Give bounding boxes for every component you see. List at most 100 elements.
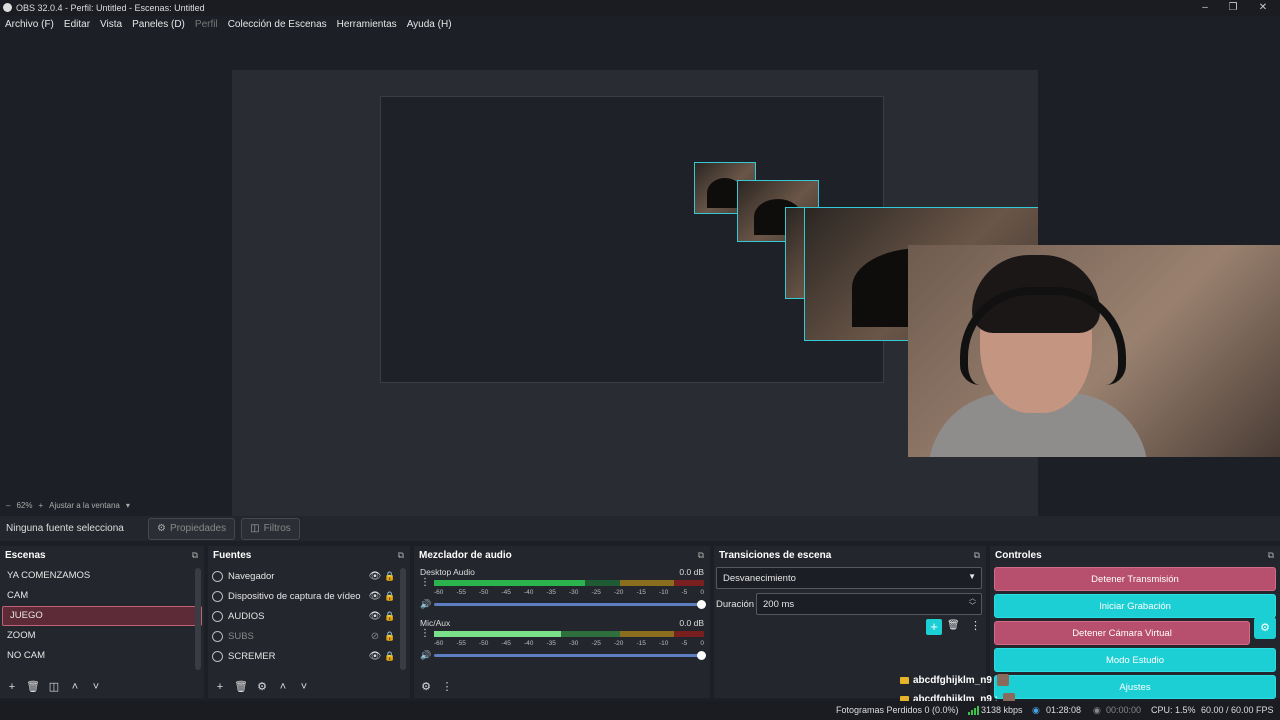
add-transition-button[interactable]: + <box>926 619 942 635</box>
transitions-title: Transiciones de escena <box>719 549 832 561</box>
trash-icon[interactable]: 🗑 <box>24 678 42 696</box>
eye-icon[interactable]: 👁 <box>368 611 382 622</box>
stop-stream-button[interactable]: Detener Transmisión <box>994 567 1276 591</box>
sources-scrollbar[interactable] <box>400 568 406 670</box>
preview-area[interactable] <box>0 33 1280 528</box>
kebab-menu-icon[interactable]: ⋮ <box>420 577 434 588</box>
move-down-icon[interactable]: ˅ <box>295 678 313 696</box>
source-item[interactable]: AUDIOS 👁 🔒 <box>208 606 398 626</box>
start-record-button[interactable]: Iniciar Grabación <box>994 594 1276 618</box>
controls-dock: Controles ⧉ Detener Transmisión Iniciar … <box>990 546 1280 699</box>
undock-icon[interactable]: ⧉ <box>698 550 704 561</box>
crown-icon <box>900 676 909 684</box>
move-down-icon[interactable]: ˅ <box>87 678 105 696</box>
zoom-out-icon[interactable]: – <box>6 501 10 510</box>
scene-item-selected[interactable]: JUEGO <box>2 606 202 626</box>
cpu-usage: CPU: 1.5% <box>1151 705 1196 715</box>
spinner-icon[interactable]: ︿ ﹀ <box>969 595 976 611</box>
duration-value: 200 ms <box>763 598 795 610</box>
source-item[interactable]: Dispositivo de captura de vídeo 👁 🔒 <box>208 586 398 606</box>
transition-select[interactable]: Desvanecimiento ▼ <box>716 567 982 589</box>
source-item[interactable]: SCREMER 👁 🔒 <box>208 646 398 666</box>
volume-slider[interactable]: 🔊 <box>420 650 706 661</box>
speaker-icon[interactable]: 🔊 <box>420 599 434 610</box>
status-bar: Fotogramas Perdidos 0 (0.0%) 3138 kbps ◉… <box>0 701 1280 720</box>
level-fill <box>434 631 561 637</box>
eye-hidden-icon[interactable]: ⊘ <box>368 631 382 642</box>
chevron-down-icon[interactable]: ▾ <box>126 501 130 510</box>
obs-logo-icon <box>3 3 12 12</box>
duration-input[interactable]: 200 ms ︿ ﹀ <box>756 593 982 615</box>
chat-message: abcdfghijklm_n9 <box>900 674 1009 686</box>
eye-icon[interactable]: 👁 <box>368 651 382 662</box>
scene-item[interactable]: YA COMENZAMOS <box>0 566 204 586</box>
lock-icon[interactable]: 🔒 <box>382 591 398 602</box>
eye-icon[interactable]: 👁 <box>368 571 382 582</box>
stream-time: 01:28:08 <box>1046 705 1082 715</box>
menu-vista[interactable]: Vista <box>95 19 127 30</box>
zoom-bar: – 62% + Ajustar a la ventana ▾ <box>0 498 1280 512</box>
volume-slider[interactable]: 🔊 <box>420 599 706 610</box>
browser-icon <box>212 650 223 662</box>
source-item[interactable]: SUBS ⊘ 🔒 <box>208 626 398 646</box>
audio-channel: Desktop Audio 0.0 dB ⋮ -60 -55 -50 -45 -40 -3… <box>420 567 706 610</box>
properties-label: Propiedades <box>169 523 227 534</box>
menu-coleccion-escenas[interactable]: Colección de Escenas <box>223 19 332 30</box>
eye-icon[interactable]: 👁 <box>368 591 382 602</box>
trash-icon[interactable]: 🗑 <box>947 620 960 631</box>
speaker-icon[interactable]: 🔊 <box>420 650 434 661</box>
minimize-icon[interactable]: – <box>1190 0 1220 16</box>
menu-archivo[interactable]: Archivo (F) <box>0 19 59 30</box>
kebab-menu-icon[interactable]: ⋮ <box>970 619 981 632</box>
settings-button[interactable]: Ajustes <box>994 675 1276 699</box>
dropped-frames: Fotogramas Perdidos 0 (0.0%) <box>836 705 959 715</box>
fit-to-window[interactable]: Ajustar a la ventana <box>49 501 120 510</box>
scene-item[interactable]: ZOOM <box>0 626 204 646</box>
menu-herramientas[interactable]: Herramientas <box>332 19 402 30</box>
filters-button[interactable]: ◫ Filtros <box>241 517 300 540</box>
scene-item[interactable]: NO CAM <box>0 646 204 666</box>
lock-icon[interactable]: 🔒 <box>382 631 398 642</box>
lock-icon[interactable]: 🔒 <box>382 651 398 662</box>
studio-mode-button[interactable]: Modo Estudio <box>994 648 1276 672</box>
zoom-percent: 62% <box>16 500 33 510</box>
virtual-camera-gear-icon[interactable]: ⚙ <box>1254 617 1276 639</box>
add-icon[interactable]: + <box>3 678 21 696</box>
kebab-menu-icon[interactable]: ⋮ <box>438 678 456 696</box>
add-icon[interactable]: + <box>211 678 229 696</box>
undock-icon[interactable]: ⧉ <box>1268 550 1274 561</box>
scenes-dock: Escenas ⧉ YA COMENZAMOS CAM JUEGO ZOOM N… <box>0 546 204 698</box>
record-icon: ◉ <box>1093 705 1101 715</box>
channel-name: Desktop Audio <box>420 567 475 577</box>
menu-editar[interactable]: Editar <box>59 19 95 30</box>
menu-ayuda[interactable]: Ayuda (H) <box>402 19 457 30</box>
bitrate: 3138 kbps <box>981 705 1023 715</box>
properties-button[interactable]: ⚙ Propiedades <box>148 517 236 540</box>
gear-icon[interactable]: ⚙ <box>253 678 271 696</box>
chevron-down-icon: ▼ <box>968 572 976 581</box>
group-icon <box>212 610 223 622</box>
filter-icon[interactable]: ◫ <box>45 678 63 696</box>
lock-icon[interactable]: 🔒 <box>382 571 398 582</box>
title-bar: OBS 32.0.4 - Perfil: Untitled - Escenas:… <box>0 0 1280 16</box>
source-toolbar: Ninguna fuente selecciona ⚙ Propiedades … <box>0 516 1280 541</box>
maximize-icon[interactable]: ❐ <box>1218 0 1248 16</box>
source-item[interactable]: Navegador 👁 🔒 <box>208 566 398 586</box>
menu-perfil[interactable]: Perfil <box>190 19 223 30</box>
menu-paneles[interactable]: Paneles (D) <box>127 19 190 30</box>
stop-virtual-camera-button[interactable]: Detener Cámara Virtual <box>994 621 1250 645</box>
lock-icon[interactable]: 🔒 <box>382 611 398 622</box>
close-icon[interactable]: ✕ <box>1248 0 1278 16</box>
zoom-in-icon[interactable]: + <box>38 501 43 510</box>
move-up-icon[interactable]: ˄ <box>66 678 84 696</box>
undock-icon[interactable]: ⧉ <box>398 550 404 561</box>
scene-item[interactable]: CAM <box>0 586 204 606</box>
scenes-scrollbar[interactable] <box>195 568 201 670</box>
trash-icon[interactable]: 🗑 <box>232 678 250 696</box>
move-up-icon[interactable]: ˄ <box>274 678 292 696</box>
kebab-menu-icon[interactable]: ⋮ <box>420 628 434 639</box>
advanced-audio-icon[interactable]: ⚙ <box>417 678 435 696</box>
signal-bars-icon <box>968 706 979 715</box>
undock-icon[interactable]: ⧉ <box>192 550 198 561</box>
undock-icon[interactable]: ⧉ <box>974 550 980 561</box>
